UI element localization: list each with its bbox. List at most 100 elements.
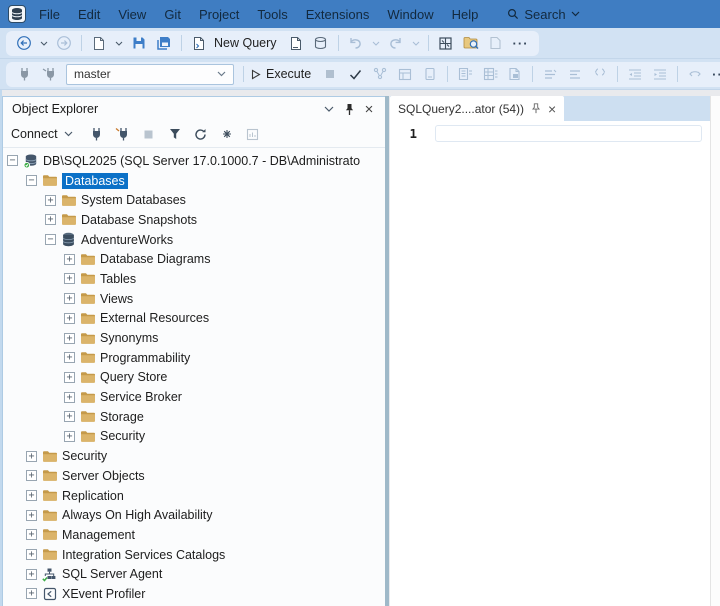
toolbar-separator bbox=[243, 66, 244, 82]
expand-icon[interactable]: + bbox=[64, 313, 75, 324]
expand-icon[interactable]: + bbox=[26, 490, 37, 501]
code-area[interactable] bbox=[426, 121, 710, 606]
expand-icon[interactable]: + bbox=[26, 569, 37, 580]
window-position-dropdown[interactable] bbox=[319, 100, 339, 118]
filter-icon[interactable] bbox=[163, 124, 187, 144]
tree-item-label: Programmability bbox=[100, 351, 190, 365]
expand-icon[interactable]: + bbox=[64, 392, 75, 403]
refresh-icon[interactable] bbox=[189, 124, 213, 144]
collapse-icon[interactable]: − bbox=[26, 175, 37, 186]
execute-button[interactable]: Execute bbox=[266, 67, 311, 81]
expand-icon[interactable]: + bbox=[45, 195, 56, 206]
tree-item-database-snapshots[interactable]: +Database Snapshots bbox=[3, 210, 385, 230]
expand-icon[interactable]: + bbox=[64, 273, 75, 284]
connect-dropdown[interactable]: Connect bbox=[11, 127, 73, 141]
disconnect-object-explorer-button[interactable] bbox=[111, 124, 135, 144]
navigate-forward-button[interactable] bbox=[52, 32, 76, 55]
menu-item-file[interactable]: File bbox=[30, 5, 69, 24]
object-explorer-details-button[interactable] bbox=[459, 32, 483, 55]
tree-item-replication[interactable]: +Replication bbox=[3, 486, 385, 506]
menu-item-window[interactable]: Window bbox=[378, 5, 442, 24]
search-control[interactable]: Search bbox=[501, 5, 585, 24]
new-file-dropdown[interactable] bbox=[112, 32, 126, 55]
database-document-button[interactable] bbox=[309, 32, 333, 55]
close-icon[interactable]: × bbox=[359, 100, 379, 118]
pin-icon[interactable] bbox=[339, 100, 359, 118]
expand-icon[interactable]: + bbox=[26, 470, 37, 481]
pin-icon[interactable] bbox=[531, 103, 541, 114]
tree-item-security[interactable]: +Security bbox=[3, 427, 385, 447]
expand-icon[interactable]: + bbox=[64, 431, 75, 442]
expand-icon[interactable]: + bbox=[64, 372, 75, 383]
collapse-icon[interactable]: − bbox=[7, 155, 18, 166]
navigate-back-button[interactable] bbox=[12, 32, 36, 55]
expand-icon[interactable]: + bbox=[64, 411, 75, 422]
expand-icon[interactable]: + bbox=[64, 333, 75, 344]
expand-icon[interactable]: + bbox=[26, 549, 37, 560]
code-editor[interactable]: 1 bbox=[390, 121, 710, 606]
tree-item-external-resources[interactable]: +External Resources bbox=[3, 309, 385, 329]
redo-dropdown[interactable] bbox=[409, 32, 423, 55]
tree-item-integration-services-catalogs[interactable]: +Integration Services Catalogs bbox=[3, 545, 385, 565]
close-icon[interactable]: × bbox=[548, 102, 556, 116]
redo-button[interactable] bbox=[384, 32, 408, 55]
tree-item-adventureworks[interactable]: −AdventureWorks bbox=[3, 230, 385, 250]
expand-icon[interactable]: + bbox=[26, 451, 37, 462]
expand-icon[interactable]: + bbox=[26, 588, 37, 599]
change-connection-button[interactable] bbox=[37, 63, 61, 86]
editor-scrollbar[interactable] bbox=[710, 96, 720, 606]
menu-item-extensions[interactable]: Extensions bbox=[297, 5, 379, 24]
activity-monitor-button[interactable] bbox=[434, 32, 458, 55]
save-button[interactable] bbox=[127, 32, 151, 55]
tree-item-database-diagrams[interactable]: +Database Diagrams bbox=[3, 249, 385, 269]
panel-splitter[interactable] bbox=[385, 96, 389, 606]
tree-item-xevent-profiler[interactable]: + XEvent Profiler bbox=[3, 584, 385, 604]
tree-item-views[interactable]: +Views bbox=[3, 289, 385, 309]
menu-item-view[interactable]: View bbox=[109, 5, 155, 24]
new-query-button[interactable]: New Query bbox=[214, 36, 277, 50]
menu-item-project[interactable]: Project bbox=[190, 5, 248, 24]
toolbar-overflow-button[interactable]: ··· bbox=[509, 32, 533, 55]
undo-button[interactable] bbox=[344, 32, 368, 55]
open-query-button[interactable] bbox=[284, 32, 308, 55]
tree-item-label: XEvent Profiler bbox=[62, 587, 145, 601]
tab-title: SQLQuery2....ator (54)) bbox=[398, 102, 524, 116]
expand-icon[interactable]: + bbox=[45, 214, 56, 225]
expand-icon[interactable]: + bbox=[64, 293, 75, 304]
new-file-button[interactable] bbox=[87, 32, 111, 55]
tree-item-storage[interactable]: +Storage bbox=[3, 407, 385, 427]
increase-indent-button bbox=[648, 63, 672, 86]
collapse-icon[interactable]: − bbox=[45, 234, 56, 245]
expand-icon[interactable]: + bbox=[26, 529, 37, 540]
expand-icon[interactable]: + bbox=[64, 352, 75, 363]
expand-icon[interactable]: + bbox=[64, 254, 75, 265]
tree-item-system-databases[interactable]: +System Databases bbox=[3, 190, 385, 210]
expand-icon[interactable]: + bbox=[26, 510, 37, 521]
menu-item-edit[interactable]: Edit bbox=[69, 5, 109, 24]
tab-sqlquery2[interactable]: SQLQuery2....ator (54)) × bbox=[390, 96, 564, 121]
tree-item-tables[interactable]: +Tables bbox=[3, 269, 385, 289]
tree-item-server-objects[interactable]: +Server Objects bbox=[3, 466, 385, 486]
connect-query-button[interactable] bbox=[12, 63, 36, 86]
navigate-back-dropdown[interactable] bbox=[37, 32, 51, 55]
tree-item-synonyms[interactable]: +Synonyms bbox=[3, 328, 385, 348]
tree-item-databases[interactable]: −Databases bbox=[3, 171, 385, 191]
query-toolbar-overflow-button[interactable]: ··· bbox=[708, 63, 720, 86]
tree-item-service-broker[interactable]: +Service Broker bbox=[3, 387, 385, 407]
tree-item-sql-server-agent[interactable]: +SQL Server Agent bbox=[3, 564, 385, 584]
menu-item-tools[interactable]: Tools bbox=[248, 5, 296, 24]
menu-item-help[interactable]: Help bbox=[443, 5, 488, 24]
tree-item-db-sql2025-sql-server-17-0-1000-7-db-administrato[interactable]: −DB\SQL2025 (SQL Server 17.0.1000.7 - DB… bbox=[3, 151, 385, 171]
tree-item-programmability[interactable]: + Programmability bbox=[3, 348, 385, 368]
save-all-button[interactable] bbox=[152, 32, 176, 55]
tree-item-security[interactable]: +Security bbox=[3, 446, 385, 466]
database-selector[interactable]: master bbox=[66, 64, 234, 85]
parse-query-button[interactable] bbox=[343, 63, 367, 86]
menu-item-git[interactable]: Git bbox=[155, 5, 190, 24]
connect-object-explorer-button[interactable] bbox=[85, 124, 109, 144]
tree-item-management[interactable]: +Management bbox=[3, 525, 385, 545]
tree-item-always-on-high-availability[interactable]: +Always On High Availability bbox=[3, 505, 385, 525]
undo-dropdown[interactable] bbox=[369, 32, 383, 55]
script-options-icon[interactable] bbox=[215, 124, 239, 144]
tree-item-query-store[interactable]: +Query Store bbox=[3, 368, 385, 388]
